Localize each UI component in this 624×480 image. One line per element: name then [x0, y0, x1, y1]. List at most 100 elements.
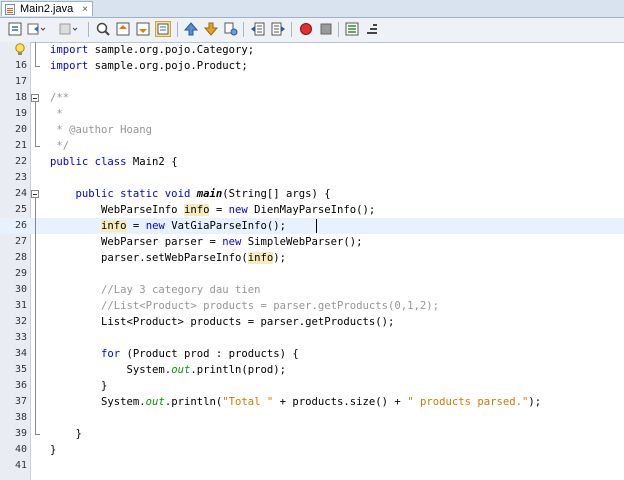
code-line[interactable]: 40}: [0, 442, 624, 458]
find-next-icon[interactable]: [135, 21, 151, 37]
code-text: WebParseInfo info = new DienMayParseInfo…: [50, 204, 376, 216]
line-number: 20: [14, 124, 27, 135]
code-line[interactable]: 16 import sample.org.pojo.Product;: [0, 58, 624, 74]
fold-toggle-icon[interactable]: [31, 94, 39, 102]
code-line[interactable]: 30 //Lay 3 category dau tien: [0, 282, 624, 298]
line-number: 32: [14, 316, 27, 327]
toolbar-separator: [243, 22, 244, 37]
code-line[interactable]: 28 parser.setWebParseInfo(info);: [0, 250, 624, 266]
fold-guide-line: [35, 198, 36, 434]
previous-bookmark-icon[interactable]: [183, 21, 199, 37]
tab-main2-java[interactable]: Main2.java ×: [1, 1, 93, 16]
shift-line-left-icon[interactable]: [250, 21, 266, 37]
line-number: 38: [14, 412, 27, 423]
code-line[interactable]: 20 * @author Hoang: [0, 122, 624, 138]
code-line[interactable]: 22 public class Main2 {: [0, 154, 624, 170]
fold-end-marker: [35, 66, 40, 67]
code-text: public class Main2 {: [50, 156, 178, 168]
find-icon[interactable]: [95, 21, 111, 37]
code-line[interactable]: 25 WebParseInfo info = new DienMayParseI…: [0, 202, 624, 218]
code-text: import sample.org.pojo.Product;: [50, 60, 248, 72]
code-text: }: [50, 380, 108, 392]
code-text: System.out.println("Total " + products.s…: [50, 396, 542, 408]
line-number: 33: [14, 332, 27, 343]
editor-tab-bar: Main2.java ×: [0, 0, 624, 18]
fold-end-marker: [35, 146, 40, 147]
toolbar-separator: [88, 22, 89, 37]
fold-guide-line: [35, 42, 36, 66]
code-line[interactable]: 26 info = new VatGiaParseInfo();: [0, 218, 624, 234]
code-line[interactable]: 19 *: [0, 106, 624, 122]
stop-macro-icon[interactable]: [318, 21, 334, 37]
code-line[interactable]: 33: [0, 330, 624, 346]
code-text: //Lay 3 category dau tien: [101, 284, 261, 296]
code-line[interactable]: 23: [0, 170, 624, 186]
last-edit-icon[interactable]: [7, 21, 23, 37]
find-previous-icon[interactable]: [115, 21, 131, 37]
shift-line-right-icon[interactable]: [270, 21, 286, 37]
forward-icon[interactable]: [58, 21, 78, 37]
line-number: 19: [14, 108, 27, 119]
code-text: info = new VatGiaParseInfo();: [101, 220, 287, 232]
code-line[interactable]: 31 //List<Product> products = parser.get…: [0, 298, 624, 314]
line-number: 27: [14, 236, 27, 247]
toolbar-separator: [177, 22, 178, 37]
code-line[interactable]: 17: [0, 74, 624, 90]
code-text: //List<Product> products = parser.getPro…: [101, 300, 440, 312]
line-number: 23: [14, 172, 27, 183]
line-number: 24: [14, 188, 27, 199]
java-file-icon: [5, 4, 15, 15]
record-macro-icon[interactable]: [298, 21, 314, 37]
code-line[interactable]: 21 */: [0, 138, 624, 154]
uncomment-icon[interactable]: [364, 21, 380, 37]
comment-icon[interactable]: [344, 21, 360, 37]
line-number: 28: [14, 252, 27, 263]
line-number: 40: [14, 444, 27, 455]
next-bookmark-icon[interactable]: [203, 21, 219, 37]
line-number: 35: [14, 364, 27, 375]
editor-toolbar: [0, 18, 624, 43]
line-number: 17: [14, 76, 27, 87]
code-text: }: [50, 428, 82, 440]
code-line[interactable]: 34 for (Product prod : products) {: [0, 346, 624, 362]
toggle-highlight-icon[interactable]: [155, 21, 171, 37]
code-text: */: [50, 140, 70, 152]
toggle-bookmark-icon[interactable]: [223, 21, 239, 37]
code-line[interactable]: 35 System.out.println(prod);: [0, 362, 624, 378]
line-number: 36: [14, 380, 27, 391]
hint-lightbulb-icon[interactable]: [14, 43, 26, 57]
code-line[interactable]: 27 WebParser parser = new SimpleWebParse…: [0, 234, 624, 250]
code-line[interactable]: 39 }: [0, 426, 624, 442]
line-number: 25: [14, 204, 27, 215]
code-text: System.out.println(prod);: [50, 364, 286, 376]
code-text: *: [50, 108, 63, 120]
line-number: 37: [14, 396, 27, 407]
code-line[interactable]: 24 public static void main(String[] args…: [0, 186, 624, 202]
line-number: 29: [14, 268, 27, 279]
code-line[interactable]: import sample.org.pojo.Category;: [0, 42, 624, 58]
line-number: 30: [14, 284, 27, 295]
code-line[interactable]: 18 /**: [0, 90, 624, 106]
close-tab-icon[interactable]: ×: [82, 2, 88, 17]
toolbar-separator: [338, 22, 339, 37]
code-line[interactable]: 36 }: [0, 378, 624, 394]
line-number: 18: [14, 92, 27, 103]
text-caret: [316, 219, 317, 233]
code-text: WebParser parser = new SimpleWebParser()…: [50, 236, 363, 248]
code-line[interactable]: 38: [0, 410, 624, 426]
back-icon[interactable]: [26, 21, 46, 37]
toolbar-separator: [291, 22, 292, 37]
fold-end-marker: [35, 434, 40, 435]
code-text: parser.setWebParseInfo(info);: [50, 252, 286, 264]
code-line[interactable]: 32 List<Product> products = parser.getPr…: [0, 314, 624, 330]
code-line[interactable]: 37 System.out.println("Total " + product…: [0, 394, 624, 410]
code-text: * @author Hoang: [50, 124, 153, 136]
line-number: 16: [14, 60, 27, 71]
code-text: public static void main(String[] args) {: [75, 188, 331, 200]
fold-toggle-icon[interactable]: [31, 190, 39, 198]
code-text: import sample.org.pojo.Category;: [50, 44, 255, 56]
code-line[interactable]: 29: [0, 266, 624, 282]
line-number: 41: [14, 460, 27, 471]
code-line[interactable]: 41: [0, 458, 624, 474]
code-text: List<Product> products = parser.getProdu…: [50, 316, 395, 328]
